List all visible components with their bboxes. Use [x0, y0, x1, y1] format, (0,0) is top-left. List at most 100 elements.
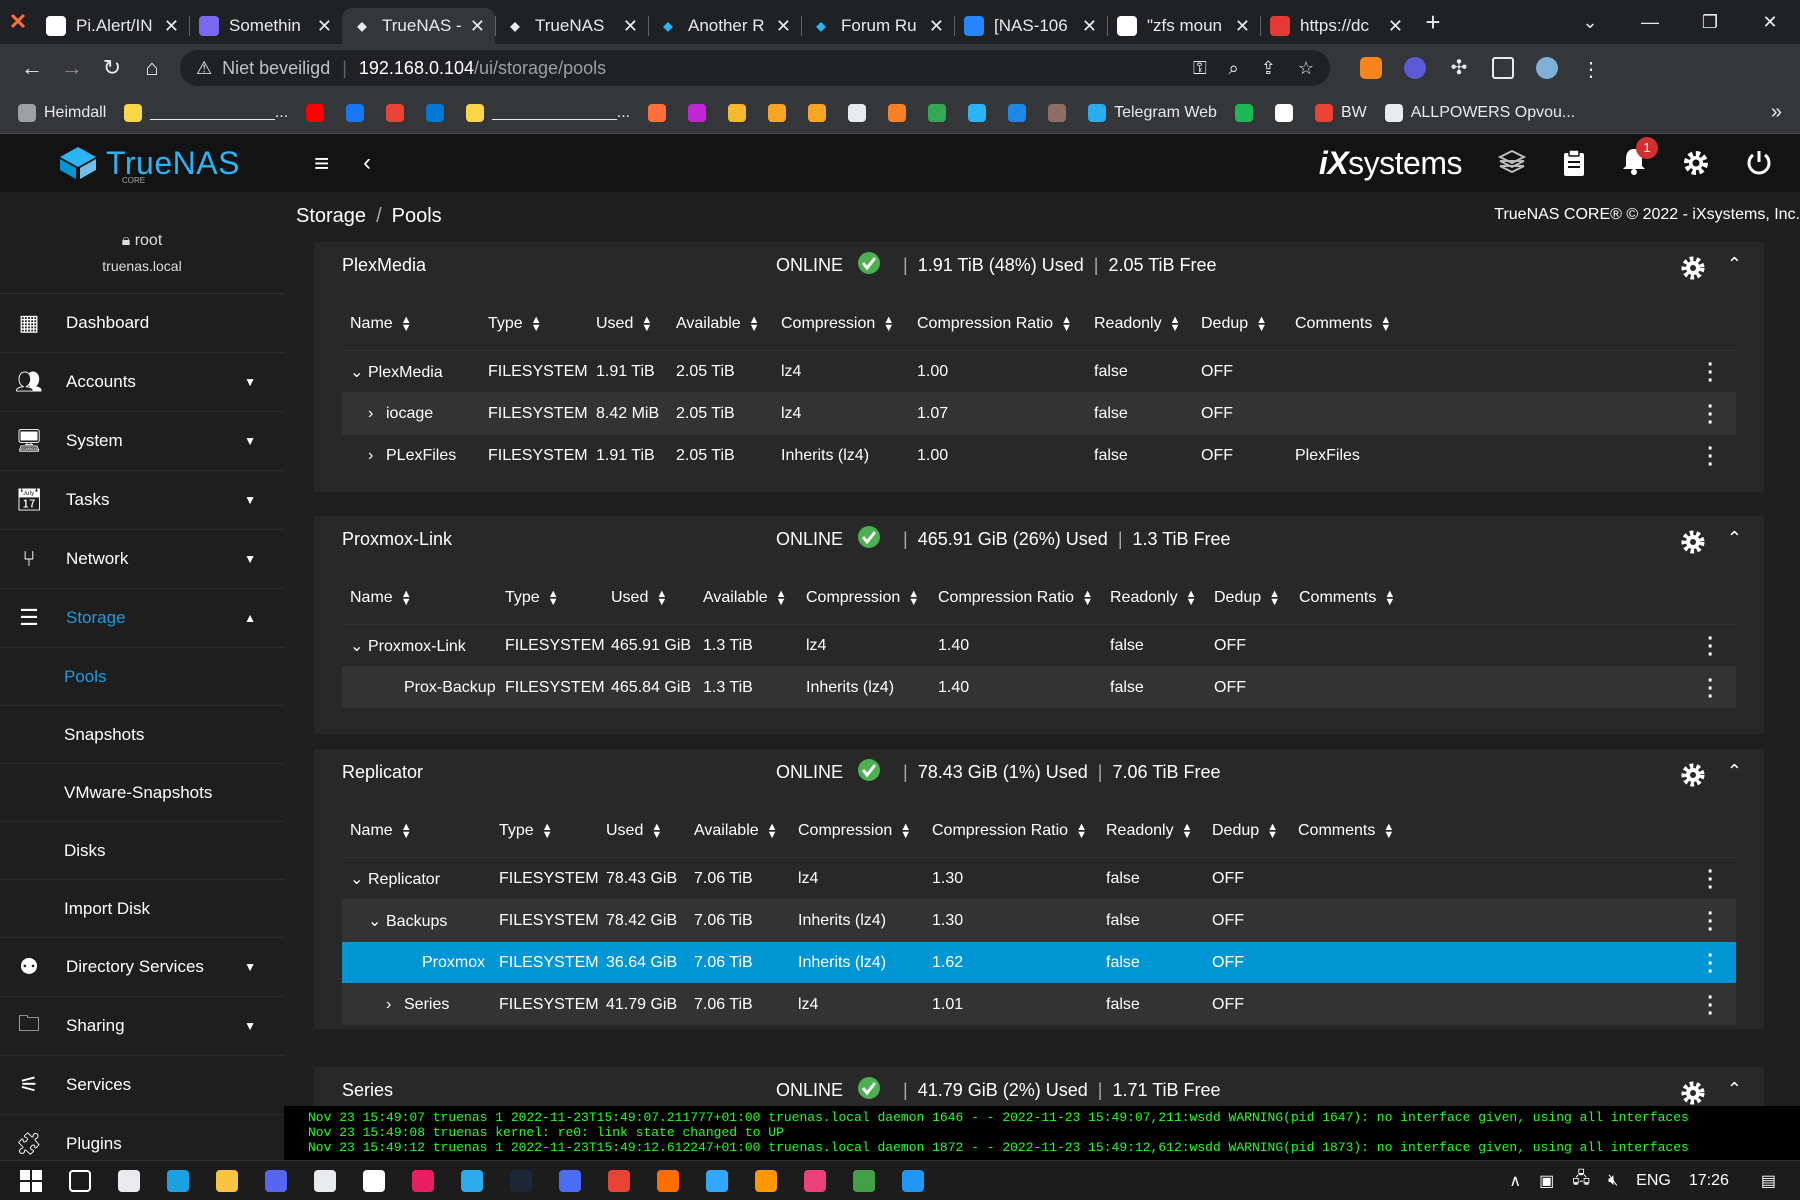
taskbar-app-icon[interactable]: [355, 1166, 393, 1196]
truenas-logo[interactable]: TrueNAS CORE: [0, 145, 284, 185]
bookmark-item[interactable]: [688, 103, 714, 122]
dataset-row[interactable]: ⌄ Proxmox-Link FILESYSTEM 465.91 GiB 1.3 TiB…: [342, 624, 1736, 666]
browser-tab[interactable]: "zfs moun ✕: [1107, 8, 1260, 44]
expand-chevron-icon[interactable]: ›: [368, 405, 386, 423]
taskbar-app-icon[interactable]: [404, 1166, 442, 1196]
row-actions-menu-icon[interactable]: · · ·: [1707, 862, 1714, 898]
tab-close-icon[interactable]: ✕: [1388, 16, 1403, 37]
bookmark-item[interactable]: [306, 103, 332, 122]
network-tray-icon[interactable]: 🖧︎: [1572, 1167, 1590, 1194]
taskbar-app-icon[interactable]: [453, 1166, 491, 1196]
column-header-comments[interactable]: Comments ▲ ▼: [1295, 315, 1395, 334]
bookmark-item[interactable]: BW: [1314, 103, 1367, 122]
row-actions-menu-icon[interactable]: · · ·: [1707, 671, 1714, 707]
bookmark-item[interactable]: [768, 103, 794, 122]
clock[interactable]: 17:26: [1689, 1172, 1729, 1190]
browser-tab[interactable]: ◆ Forum Ru ✕: [801, 8, 954, 44]
column-header-comments[interactable]: Comments ▲ ▼: [1299, 589, 1399, 608]
column-header-readonly[interactable]: Readonly ▲ ▼: [1110, 589, 1214, 608]
dataset-row[interactable]: ⌄ PlexMedia FILESYSTEM 1.91 TiB 2.05 TiB lz4 1…: [342, 350, 1736, 392]
taskbar-app-icon[interactable]: [600, 1166, 638, 1196]
browser-tab[interactable]: Somethin ✕: [189, 8, 342, 44]
sidebar-subitem-disks[interactable]: Disks: [0, 822, 284, 880]
collapse-chevron-icon[interactable]: ⌃: [1727, 254, 1742, 275]
tab-close-icon[interactable]: ✕: [470, 16, 485, 37]
browser-tab[interactable]: ◆ TrueNAS - ✕: [342, 8, 495, 44]
tab-close-icon[interactable]: ✕: [1235, 16, 1250, 37]
notifications-button[interactable]: 1: [1622, 136, 1658, 180]
column-header-used[interactable]: Used ▲ ▼: [611, 589, 703, 608]
bookmark-item[interactable]: [648, 103, 674, 122]
row-actions-menu-icon[interactable]: · · ·: [1707, 355, 1714, 391]
pool-settings-gear-icon[interactable]: [1680, 762, 1706, 793]
bookmark-item[interactable]: [1274, 103, 1301, 122]
more-bookmarks-icon[interactable]: »: [1771, 101, 1782, 124]
row-actions-menu-icon[interactable]: · · ·: [1707, 904, 1714, 940]
collapse-chevron-icon[interactable]: ⌃: [1727, 528, 1742, 549]
browser-tab[interactable]: ◆ Another R ✕: [648, 8, 801, 44]
metamask-icon[interactable]: [1360, 57, 1382, 79]
column-header-available[interactable]: Available ▲ ▼: [694, 822, 798, 841]
menu-dots-icon[interactable]: ⋮: [1580, 57, 1602, 81]
sidebar-item-plugins[interactable]: 🧩︎ Plugins: [0, 1115, 284, 1160]
sidebar-item-network[interactable]: ⑂ Network ▼: [0, 530, 284, 589]
star-icon[interactable]: ☆: [1298, 58, 1314, 79]
bookmark-item[interactable]: Telegram Web: [1088, 103, 1217, 122]
column-header-type[interactable]: Type ▲ ▼: [499, 822, 606, 841]
column-header-type[interactable]: Type ▲ ▼: [505, 589, 611, 608]
column-header-readonly[interactable]: Readonly ▲ ▼: [1106, 822, 1212, 841]
tab-close-icon[interactable]: ✕: [929, 16, 944, 37]
taskbar-app-icon[interactable]: [502, 1166, 540, 1196]
taskbar-app-icon[interactable]: [894, 1166, 932, 1196]
back-icon[interactable]: ←: [12, 55, 52, 81]
browser-tab[interactable]: ◆ TrueNAS ✕: [495, 8, 648, 44]
pool-settings-gear-icon[interactable]: [1680, 255, 1706, 286]
power-icon[interactable]: [1746, 149, 1772, 177]
tab-search-icon[interactable]: ✕: [0, 4, 36, 40]
expand-chevron-icon[interactable]: ›: [368, 447, 386, 465]
sidebar-item-services[interactable]: ⚟ Services: [0, 1056, 284, 1115]
taskbar-app-icon[interactable]: [257, 1166, 295, 1196]
column-header-compression-ratio[interactable]: Compression Ratio ▲ ▼: [938, 589, 1110, 608]
collapse-chevron-icon[interactable]: ⌄: [350, 636, 368, 656]
column-header-compression-ratio[interactable]: Compression Ratio ▲ ▼: [932, 822, 1106, 841]
sidepanel-icon[interactable]: [1492, 57, 1514, 79]
bookmark-item[interactable]: [728, 103, 754, 122]
collapse-chevron-icon[interactable]: ⌄: [350, 362, 368, 382]
sidebar-subitem-snapshots[interactable]: Snapshots: [0, 706, 284, 764]
row-actions-menu-icon[interactable]: · · ·: [1707, 988, 1714, 1024]
action-center-icon[interactable]: ▤: [1761, 1171, 1776, 1191]
home-icon[interactable]: ⌂: [132, 55, 172, 81]
taskbar-app-icon[interactable]: [208, 1166, 246, 1196]
bookmark-item[interactable]: ______________...: [124, 103, 288, 122]
tab-close-icon[interactable]: ✕: [317, 16, 332, 37]
taskbar-app-icon[interactable]: [306, 1166, 344, 1196]
key-icon[interactable]: ⚿: [1193, 58, 1207, 79]
bookmark-item[interactable]: [968, 103, 994, 122]
row-actions-menu-icon[interactable]: · · ·: [1707, 439, 1714, 475]
language-indicator[interactable]: ENG: [1636, 1172, 1671, 1190]
sidebar-item-dashboard[interactable]: ▦ Dashboard: [0, 294, 284, 353]
tab-close-icon[interactable]: ✕: [164, 16, 179, 37]
column-header-compression[interactable]: Compression ▲ ▼: [806, 589, 938, 608]
tab-close-icon[interactable]: ✕: [623, 16, 638, 37]
taskbar-app-icon[interactable]: [551, 1166, 589, 1196]
volume-muted-icon[interactable]: 🔇︎: [1608, 1172, 1618, 1190]
column-header-compression-ratio[interactable]: Compression Ratio ▲ ▼: [917, 315, 1094, 334]
restore-button[interactable]: ❐: [1680, 12, 1740, 33]
sidebar-subitem-pools[interactable]: Pools: [0, 648, 284, 706]
sidebar-item-accounts[interactable]: 👥︎ Accounts ▼: [0, 353, 284, 412]
column-header-available[interactable]: Available ▲ ▼: [703, 589, 806, 608]
sidebar-item-tasks[interactable]: 📅︎ Tasks ▼: [0, 471, 284, 530]
collapse-chevron-icon[interactable]: ⌄: [350, 869, 368, 889]
tray-chevron-icon[interactable]: ∧: [1509, 1171, 1521, 1191]
profile-avatar[interactable]: [1536, 57, 1558, 79]
sidebar-item-system[interactable]: 🖥︎ System ▼: [0, 412, 284, 471]
collapse-sidebar-icon[interactable]: ‹: [363, 149, 371, 177]
column-header-available[interactable]: Available ▲ ▼: [676, 315, 781, 334]
row-actions-menu-icon[interactable]: · · ·: [1707, 946, 1714, 982]
sidebar-item-sharing[interactable]: 🗀 Sharing ▼: [0, 997, 284, 1056]
ixsystems-logo[interactable]: iXiXsystemssystems: [1319, 145, 1463, 182]
taskbar-app-icon[interactable]: [159, 1166, 197, 1196]
dataset-row[interactable]: › Series FILESYSTEM 41.79 GiB 7.06 TiB lz4 1.0…: [342, 983, 1736, 1025]
